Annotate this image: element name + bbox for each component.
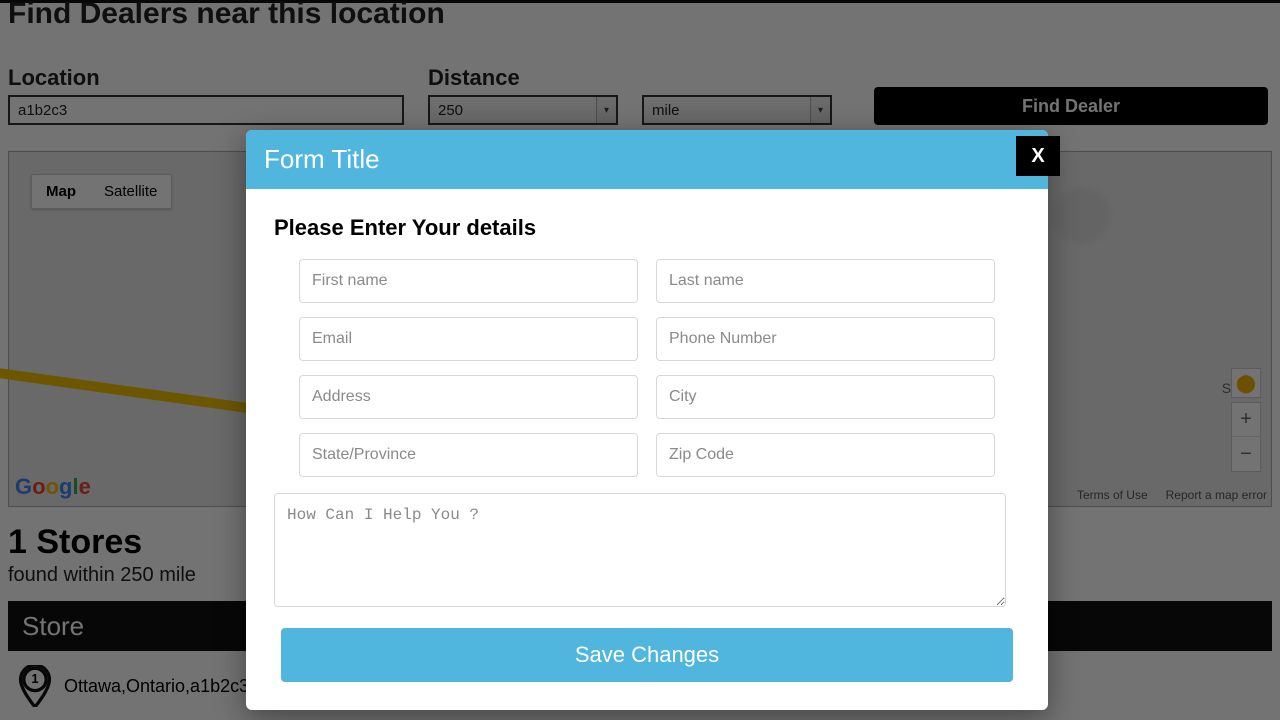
zip-field[interactable] <box>656 433 995 477</box>
modal-subtitle: Please Enter Your details <box>274 215 1020 241</box>
city-field[interactable] <box>656 375 995 419</box>
modal-header: Form Title X <box>246 130 1048 189</box>
phone-field[interactable] <box>656 317 995 361</box>
contact-form-modal: Form Title X Please Enter Your details S… <box>246 130 1048 710</box>
modal-title: Form Title <box>264 144 380 174</box>
state-field[interactable] <box>299 433 638 477</box>
form-grid <box>299 259 995 477</box>
last-name-field[interactable] <box>656 259 995 303</box>
close-button[interactable]: X <box>1016 136 1060 176</box>
save-button[interactable]: Save Changes <box>281 628 1013 682</box>
email-field[interactable] <box>299 317 638 361</box>
message-textarea[interactable] <box>274 493 1006 607</box>
address-field[interactable] <box>299 375 638 419</box>
first-name-field[interactable] <box>299 259 638 303</box>
